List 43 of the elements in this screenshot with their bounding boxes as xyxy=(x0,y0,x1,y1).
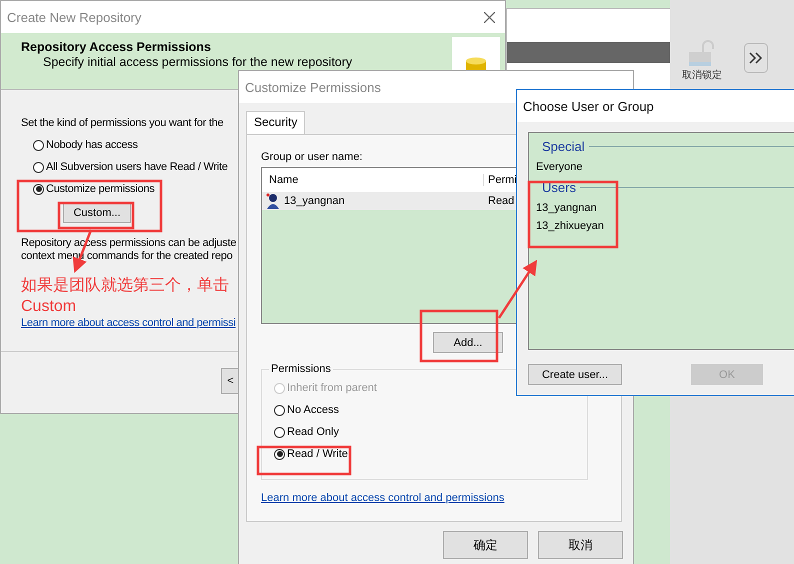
back-button[interactable]: < xyxy=(221,368,239,394)
radio-button[interactable] xyxy=(33,140,44,150)
radio-label: Read Only xyxy=(287,426,339,438)
radio-button[interactable] xyxy=(33,184,44,194)
column-header: Permi xyxy=(487,174,517,186)
column-header: Name xyxy=(262,174,484,186)
section-heading: Users xyxy=(542,180,576,194)
radio-label: All Subversion users have Read / Write xyxy=(46,161,228,173)
annotation-arrow xyxy=(498,260,538,319)
radio-label: Nobody has access xyxy=(46,139,138,151)
add-button[interactable]: Add... xyxy=(433,332,503,353)
group-title: Permissions xyxy=(269,363,333,375)
annotation-note: 如果是团队就选第三个，单击Custom xyxy=(21,276,230,317)
radio-label: Inherit from parent xyxy=(287,382,377,394)
dialog-button[interactable]: 确定 xyxy=(443,531,528,559)
help-link[interactable]: Learn more about access control and permissions xyxy=(261,492,621,504)
radio-label: Read / Write xyxy=(287,448,348,460)
close-icon[interactable] xyxy=(484,12,495,22)
list-item[interactable]: Everyone xyxy=(536,158,794,176)
window-title: Create New Repository xyxy=(7,10,142,24)
toolbar-label: 取消锁定 xyxy=(682,68,722,82)
dialog-button[interactable]: 取消 xyxy=(538,531,623,559)
radio-button[interactable] xyxy=(274,448,285,460)
user-icon xyxy=(266,193,280,209)
create-user-button[interactable]: Create user... xyxy=(528,364,622,385)
tab[interactable]: Security xyxy=(246,111,306,134)
radio-button[interactable] xyxy=(33,162,44,172)
radio-button[interactable] xyxy=(274,426,285,438)
window-title: Choose User or Group xyxy=(523,98,654,114)
user-name: 13_yangnan xyxy=(284,195,345,207)
window-title: Customize Permissions xyxy=(245,80,381,94)
radio-label: Customize permissions xyxy=(46,183,154,195)
prompt-text: Set the kind of permissions you want for the xyxy=(21,117,224,129)
section-heading: Special xyxy=(542,138,585,154)
header-title: Repository Access Permissions xyxy=(21,40,212,54)
chevrons-icon[interactable] xyxy=(744,43,768,73)
radio-label: No Access xyxy=(287,404,339,416)
header-subtitle: Specify initial access permissions for the new repository xyxy=(42,55,352,69)
permission-cell-text: Read xyxy=(487,195,514,207)
radio-button[interactable] xyxy=(274,404,285,416)
help-link[interactable]: Learn more about access control and permissi xyxy=(21,317,236,329)
list-label: Group or user name: xyxy=(261,151,364,163)
list-item[interactable]: 13_zhixueyan xyxy=(536,217,794,235)
